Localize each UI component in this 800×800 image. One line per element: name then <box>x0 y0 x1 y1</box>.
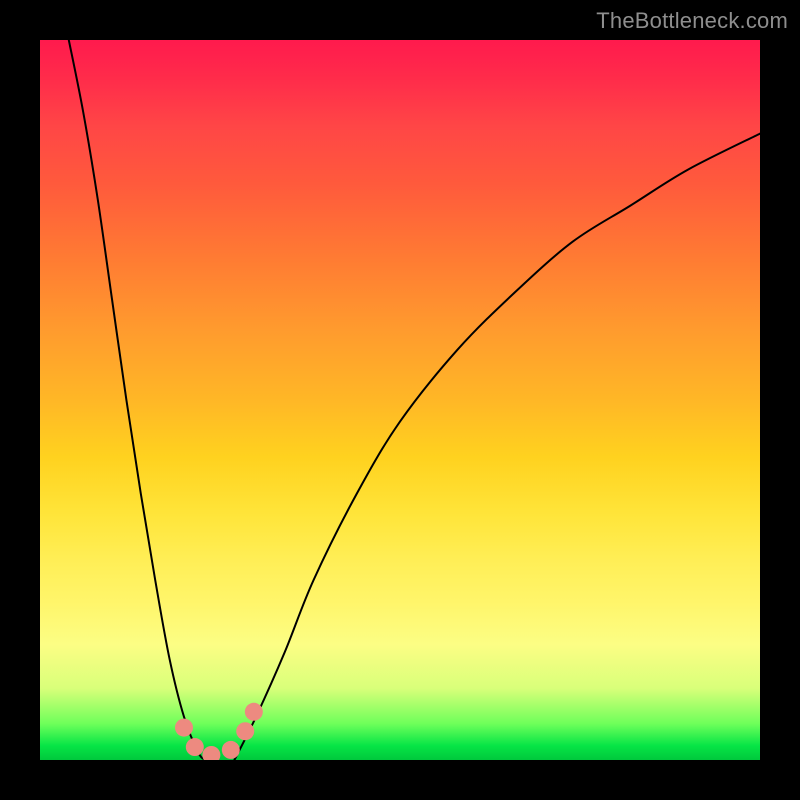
data-marker-3 <box>222 741 240 759</box>
plot-area <box>40 40 760 760</box>
chart-canvas <box>40 40 760 760</box>
marker-group <box>175 703 263 760</box>
data-marker-0 <box>175 719 193 737</box>
curve-left-curve <box>69 40 206 760</box>
chart-frame: TheBottleneck.com <box>0 0 800 800</box>
curve-group <box>69 40 760 760</box>
watermark-label: TheBottleneck.com <box>596 8 788 34</box>
data-marker-1 <box>186 738 204 756</box>
data-marker-5 <box>245 703 263 721</box>
curve-right-curve <box>234 134 760 760</box>
data-marker-4 <box>236 722 254 740</box>
data-marker-2 <box>202 746 220 760</box>
